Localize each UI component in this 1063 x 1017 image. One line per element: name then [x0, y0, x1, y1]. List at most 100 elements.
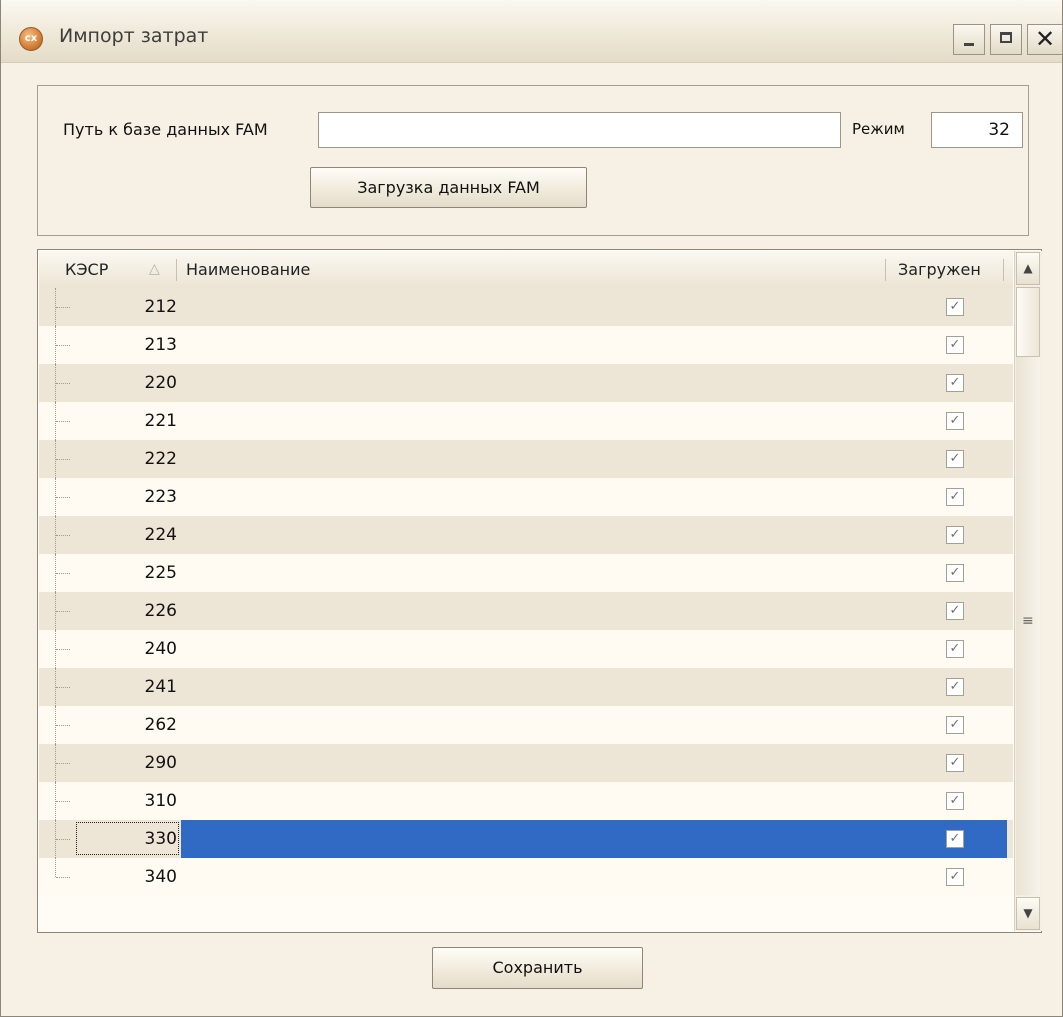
minimize-icon — [964, 43, 974, 46]
maximize-icon — [1000, 32, 1012, 43]
cell-code[interactable]: 222 — [97, 440, 177, 478]
table-row[interactable]: 223 ✓ — [39, 478, 1013, 516]
loaded-checkbox[interactable]: ✓ — [946, 564, 964, 582]
cell-code[interactable]: 310 — [97, 782, 177, 820]
grid-rows: 212 ✓ 213 ✓ 220 ✓ 221 ✓ 222 ✓ 223 ✓ 224 ✓ 225 ✓ 226 ✓ 240 ✓… — [39, 288, 1013, 896]
cell-code[interactable]: 262 — [97, 706, 177, 744]
loaded-checkbox[interactable]: ✓ — [946, 830, 964, 848]
cell-name[interactable] — [181, 744, 1007, 782]
tree-line — [56, 649, 70, 651]
app-icon[interactable]: cx — [19, 27, 43, 51]
loaded-checkbox[interactable]: ✓ — [946, 488, 964, 506]
table-row[interactable]: 226 ✓ — [39, 592, 1013, 630]
tree-line — [56, 573, 70, 575]
cell-code[interactable]: 340 — [97, 858, 177, 896]
cell-name[interactable] — [181, 706, 1007, 744]
window-title: Импорт затрат — [59, 25, 209, 47]
cell-code[interactable]: 240 — [97, 630, 177, 668]
loaded-checkbox[interactable]: ✓ — [946, 754, 964, 772]
cell-code[interactable]: 290 — [97, 744, 177, 782]
cell-name[interactable] — [181, 402, 1007, 440]
table-row[interactable]: 213 ✓ — [39, 326, 1013, 364]
tree-line — [56, 535, 70, 537]
load-fam-data-button[interactable]: Загрузка данных FAM — [310, 167, 587, 208]
cell-code[interactable]: 221 — [97, 402, 177, 440]
column-separator[interactable] — [885, 259, 886, 281]
loaded-checkbox[interactable]: ✓ — [946, 868, 964, 886]
table-row[interactable]: 224 ✓ — [39, 516, 1013, 554]
tree-line — [56, 421, 70, 423]
loaded-checkbox[interactable]: ✓ — [946, 412, 964, 430]
scrollbar-track[interactable] — [1016, 287, 1040, 895]
column-header-loaded[interactable]: Загружен — [898, 251, 981, 288]
title-bar[interactable]: cx Импорт затрат ✕ — [1, 0, 1063, 63]
vertical-scrollbar[interactable]: ▲ ≡ ▼ — [1014, 251, 1042, 931]
fam-settings-group — [37, 85, 1029, 236]
cell-code[interactable]: 225 — [97, 554, 177, 592]
table-row[interactable]: 221 ✓ — [39, 402, 1013, 440]
column-header-name[interactable]: Наименование — [186, 251, 310, 288]
cell-name[interactable] — [181, 364, 1007, 402]
table-row[interactable]: 290 ✓ — [39, 744, 1013, 782]
tree-line — [56, 763, 70, 765]
cell-name[interactable] — [181, 440, 1007, 478]
cell-code[interactable]: 330 — [97, 820, 177, 858]
close-button[interactable]: ✕ — [1027, 24, 1063, 55]
table-row[interactable]: 222 ✓ — [39, 440, 1013, 478]
table-row[interactable]: 225 ✓ — [39, 554, 1013, 592]
cell-code[interactable]: 224 — [97, 516, 177, 554]
table-row[interactable]: 212 ✓ — [39, 288, 1013, 326]
save-button[interactable]: Сохранить — [432, 947, 643, 989]
loaded-checkbox[interactable]: ✓ — [946, 678, 964, 696]
cell-code[interactable]: 213 — [97, 326, 177, 364]
minimize-button[interactable] — [953, 24, 985, 55]
close-icon: ✕ — [1034, 25, 1056, 53]
scroll-down-button[interactable]: ▼ — [1016, 897, 1040, 930]
import-costs-window: cx Импорт затрат ✕ Путь к базе данных FA… — [0, 0, 1063, 1017]
loaded-checkbox[interactable]: ✓ — [946, 450, 964, 468]
loaded-checkbox[interactable]: ✓ — [946, 526, 964, 544]
cell-name[interactable] — [181, 554, 1007, 592]
cell-name[interactable] — [181, 592, 1007, 630]
scroll-up-button[interactable]: ▲ — [1016, 252, 1040, 285]
table-row[interactable]: 220 ✓ — [39, 364, 1013, 402]
table-row[interactable]: 241 ✓ — [39, 668, 1013, 706]
tree-line — [56, 497, 70, 499]
loaded-checkbox[interactable]: ✓ — [946, 602, 964, 620]
column-header-code[interactable]: КЭСР — [65, 251, 108, 288]
table-row[interactable]: 340 ✓ — [39, 858, 1013, 896]
loaded-checkbox[interactable]: ✓ — [946, 374, 964, 392]
table-row[interactable]: 330 ✓ — [39, 820, 1013, 858]
loaded-checkbox[interactable]: ✓ — [946, 792, 964, 810]
cell-code[interactable]: 220 — [97, 364, 177, 402]
tree-line — [56, 687, 70, 689]
mode-input[interactable]: 32 — [931, 112, 1023, 148]
table-row[interactable]: 262 ✓ — [39, 706, 1013, 744]
cell-name[interactable] — [181, 288, 1007, 326]
maximize-button[interactable] — [990, 24, 1022, 55]
loaded-checkbox[interactable]: ✓ — [946, 336, 964, 354]
cell-name[interactable] — [181, 668, 1007, 706]
cell-name[interactable] — [181, 858, 1007, 896]
cell-code[interactable]: 223 — [97, 478, 177, 516]
cell-name[interactable] — [181, 326, 1007, 364]
loaded-checkbox[interactable]: ✓ — [946, 716, 964, 734]
scrollbar-thumb[interactable] — [1016, 287, 1040, 357]
column-separator[interactable] — [1003, 259, 1004, 281]
loaded-checkbox[interactable]: ✓ — [946, 640, 964, 658]
cell-name[interactable] — [181, 516, 1007, 554]
cell-code[interactable]: 241 — [97, 668, 177, 706]
column-separator[interactable] — [176, 259, 177, 281]
cost-items-grid: КЭСР △ Наименование Загружен 212 ✓ 213 ✓ 220… — [37, 249, 1042, 933]
cell-name[interactable] — [181, 630, 1007, 668]
fam-path-input[interactable] — [318, 112, 841, 148]
table-row[interactable]: 240 ✓ — [39, 630, 1013, 668]
cell-code[interactable]: 226 — [97, 592, 177, 630]
loaded-checkbox[interactable]: ✓ — [946, 298, 964, 316]
cell-name[interactable] — [181, 782, 1007, 820]
scrollbar-grip-icon: ≡ — [1022, 613, 1034, 629]
cell-name[interactable] — [181, 478, 1007, 516]
cell-name[interactable] — [181, 820, 1007, 858]
cell-code[interactable]: 212 — [97, 288, 177, 326]
table-row[interactable]: 310 ✓ — [39, 782, 1013, 820]
